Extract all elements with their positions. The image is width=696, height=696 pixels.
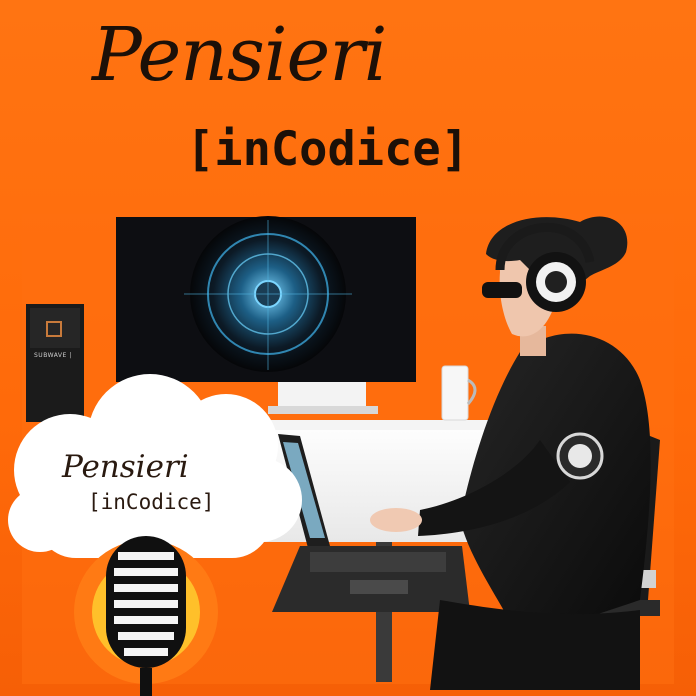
podcast-cover: Pensieri [inCodice] SUBWAVE | Pensieri [… [0,0,696,696]
device-label: SUBWAVE | [34,352,72,359]
podcast-subtitle: [inCodice] [186,122,469,177]
studio-scene [8,214,674,696]
badge-subtitle: [inCodice] [88,490,215,514]
podcast-title: Pensieri [92,12,387,98]
badge-title: Pensieri [62,449,189,485]
speaker-tower [26,304,84,422]
